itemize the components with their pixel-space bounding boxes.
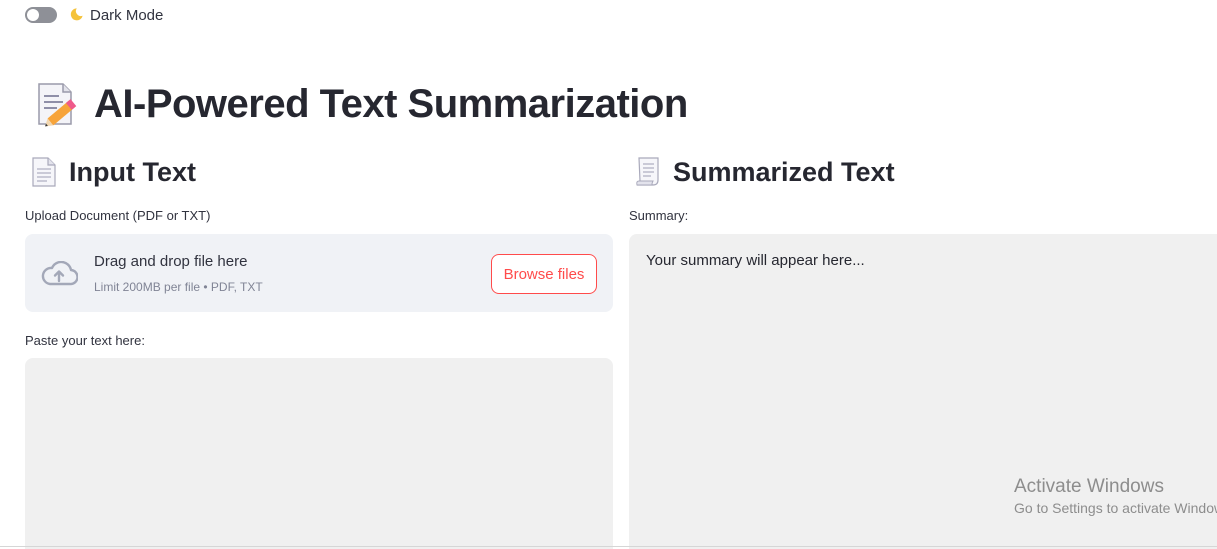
- paste-label: Paste your text here:: [25, 333, 145, 348]
- watermark-title: Activate Windows: [1014, 476, 1164, 497]
- bottom-divider: [0, 546, 1217, 547]
- file-uploader-dropzone[interactable]: Drag and drop file here Limit 200MB per …: [25, 234, 613, 312]
- input-section-header: Input Text: [25, 152, 613, 192]
- cloud-upload-icon: [40, 260, 79, 287]
- dark-mode-toggle-row: Dark Mode: [25, 5, 163, 25]
- input-column: Input Text Upload Document (PDF or TXT) …: [25, 152, 613, 549]
- summary-placeholder-text: Your summary will appear here...: [646, 252, 865, 269]
- input-section-title: Input Text: [69, 156, 196, 187]
- upload-instruction: Drag and drop file here: [94, 253, 248, 270]
- page-header: AI-Powered Text Summarization: [33, 80, 688, 128]
- upload-limits: Limit 200MB per file • PDF, TXT: [94, 280, 263, 294]
- upload-label: Upload Document (PDF or TXT): [25, 208, 211, 223]
- dark-mode-label[interactable]: Dark Mode: [90, 7, 163, 24]
- activate-windows-watermark: Activate Windows Go to Settings to activ…: [1014, 476, 1217, 516]
- page-facing-up-icon: [31, 157, 57, 187]
- summary-label: Summary:: [629, 208, 689, 223]
- toggle-knob: [27, 9, 39, 21]
- page-title: AI-Powered Text Summarization: [94, 81, 688, 126]
- page-with-curl-icon: [635, 157, 661, 187]
- browse-files-button[interactable]: Browse files: [491, 254, 597, 294]
- watermark-subtitle: Go to Settings to activate Windows.: [1014, 500, 1217, 516]
- crescent-moon-icon: [68, 7, 84, 23]
- output-section-header: Summarized Text: [629, 152, 1217, 192]
- dark-mode-toggle[interactable]: [25, 7, 57, 23]
- paste-text-area[interactable]: [25, 358, 613, 549]
- output-section-title: Summarized Text: [673, 156, 895, 187]
- memo-icon: [33, 80, 81, 128]
- app-page: Dark Mode AI-Powered Text Summarization: [0, 0, 1217, 549]
